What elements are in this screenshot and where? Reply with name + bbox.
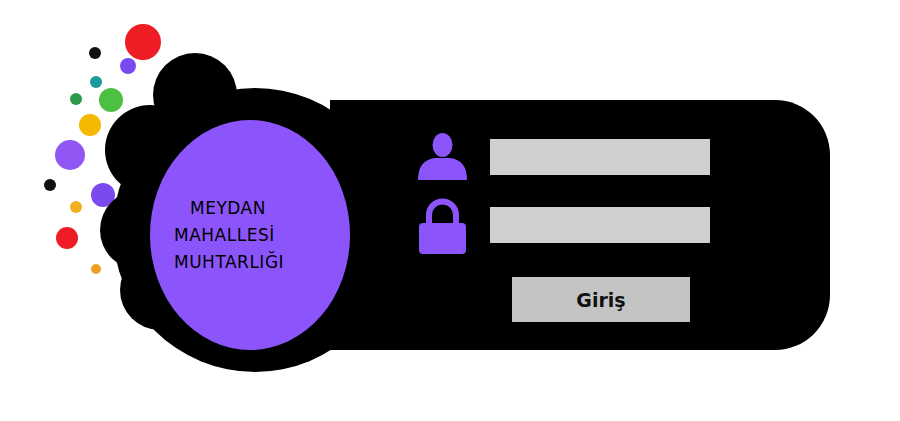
decor-dot <box>89 47 101 59</box>
logo-text: MUHTARLIĞI <box>174 249 284 276</box>
decor-dot <box>91 264 101 274</box>
decor-dot <box>44 179 56 191</box>
form-row <box>415 195 830 255</box>
decor-dot <box>70 93 82 105</box>
form-row <box>415 132 830 182</box>
logo-text: MEYDAN <box>174 195 266 222</box>
decor-dot <box>55 140 85 170</box>
decor-dot <box>120 58 136 74</box>
decor-dot <box>90 76 102 88</box>
decor-dot <box>79 114 101 136</box>
decor-dot <box>56 227 78 249</box>
login-button[interactable]: Giriş <box>512 277 690 322</box>
decor-dot <box>125 24 161 60</box>
decor-dot <box>70 201 82 213</box>
lock-icon <box>415 195 470 255</box>
login-screen: Giriş MEYDANMAHALLESİMUHTARLIĞI <box>0 0 900 421</box>
logo-text: MAHALLESİ <box>174 222 275 249</box>
password-field[interactable] <box>490 207 710 243</box>
logo: MEYDANMAHALLESİMUHTARLIĞI <box>150 120 350 350</box>
username-field[interactable] <box>490 139 710 175</box>
decor-dot <box>99 88 123 112</box>
user-icon <box>415 132 470 182</box>
login-panel: Giriş <box>330 100 830 350</box>
